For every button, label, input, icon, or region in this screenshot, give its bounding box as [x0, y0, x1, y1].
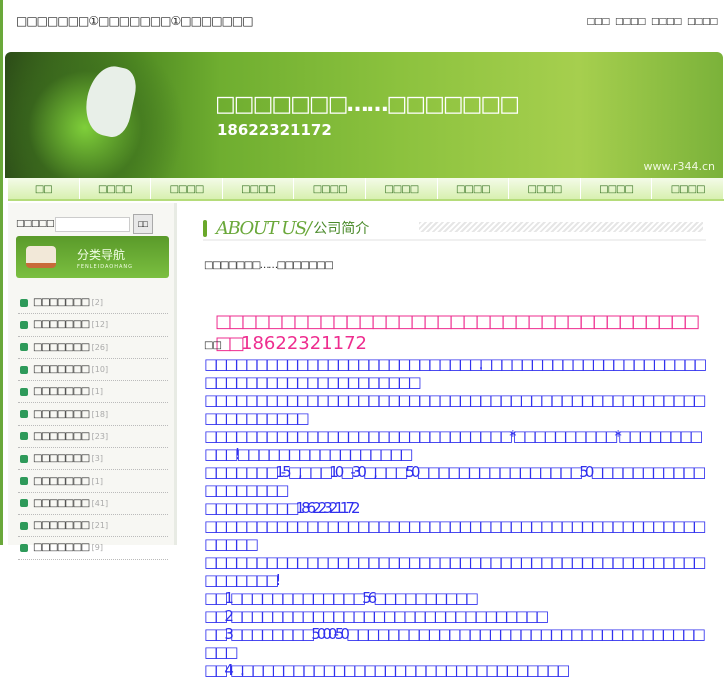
category-item[interactable]: □□□□□□□ [21]: [18, 515, 168, 538]
about-heading: ABOUT US/ 公司简介: [203, 217, 706, 241]
category-count: [18]: [91, 409, 109, 419]
nav-item[interactable]: □□□□: [151, 178, 223, 199]
arrow-bullet-icon: [20, 432, 28, 441]
arrow-bullet-icon: [20, 387, 28, 396]
heading-bar-icon: [203, 219, 207, 237]
banner: □□□□□□□……□□□□□□□ 18622321172 www.r344.cn: [5, 52, 723, 178]
category-count: [3]: [91, 454, 103, 464]
category-item[interactable]: □□□□□□□ [10]: [18, 359, 168, 382]
category-count: [41]: [91, 498, 109, 508]
body-text: □□□□□□□□□□□□□□□□□□□□□□□□□□□.□□□□□□□□□□□□…: [204, 355, 707, 679]
nav-item[interactable]: □□□□: [366, 178, 438, 199]
nav-item[interactable]: □□□□: [581, 178, 653, 199]
intro-text: □□□□□□□……□□□□□□□: [204, 260, 334, 271]
body-line: □□□□□□□□□□□□□□□□□□□□□□□□□□□□□□*□□□□□□□□□…: [204, 427, 703, 463]
heading-en: ABOUT US/: [216, 217, 312, 239]
category-item[interactable]: □□□□□□□ [41]: [18, 493, 168, 515]
nav-item[interactable]: □□□□: [509, 178, 581, 199]
search-input[interactable]: [54, 216, 130, 232]
sidebar: □□□□□ □□ 分类导航 FENLEIDAOHANG □□□□□□□ [2] □□…: [8, 203, 177, 560]
top-link[interactable]: □□□□: [651, 17, 682, 27]
category-item[interactable]: □□□□□□□ [12]: [18, 314, 168, 337]
arrow-bullet-icon: [20, 454, 28, 463]
search-label: □□□□□: [16, 219, 55, 229]
category-name[interactable]: □□□□□□□: [33, 386, 90, 397]
category-nav-header: 分类导航 FENLEIDAOHANG: [16, 236, 169, 278]
arrow-bullet-icon: [20, 365, 28, 374]
heading-divider: [419, 222, 703, 232]
category-count: [1]: [91, 387, 103, 397]
category-count: [21]: [91, 521, 109, 531]
nav-item[interactable]: □□□□: [223, 178, 295, 199]
body-line: □□4□.□□□□□□□□□□□□□□□□□□□□□□□□□□□□□□□□: [204, 661, 570, 679]
category-name[interactable]: □□□□□□□: [33, 431, 90, 442]
main-nav: □□ □□□□ □□□□ □□□□ □□□□ □□□□ □□□□ □□□□ □□…: [8, 178, 724, 201]
highlight-heading: □□□□□□□□□□□□□□□□□□□□□□□□□□□□□□□□□□□□□□□1…: [215, 311, 706, 355]
heading-cn: 公司简介: [313, 221, 370, 237]
arrow-bullet-icon: [20, 477, 28, 486]
banner-url: www.r344.cn: [643, 160, 715, 173]
arrow-bullet-icon: [20, 298, 28, 307]
arrow-bullet-icon: [20, 521, 28, 530]
arrow-bullet-icon: [20, 410, 28, 419]
category-name[interactable]: □□□□□□□: [33, 409, 90, 420]
category-item[interactable]: □□□□□□□ [9]: [18, 537, 168, 560]
body-line: □□□□□□□□□□□□□□□□□□□□□□□□□□□.□□□□□□□□□□□□…: [204, 355, 707, 391]
search-button[interactable]: □□: [132, 214, 153, 234]
category-item[interactable]: □□□□□□□ [3]: [18, 448, 168, 471]
category-name[interactable]: □□□□□□□: [33, 453, 90, 464]
category-item[interactable]: □□□□□□□ [18]: [18, 403, 168, 426]
category-count: [12]: [91, 320, 109, 330]
body-line: □□□□□□□1-5□,□□□10□-30□,□□□:50□□□□□□□□□□□…: [204, 463, 706, 499]
category-name[interactable]: □□□□□□□: [33, 498, 90, 509]
category-nav-title: 分类导航: [77, 248, 126, 262]
category-name[interactable]: □□□□□□□: [33, 319, 90, 330]
nav-item[interactable]: □□□□: [438, 178, 510, 199]
category-nav-subtitle: FENLEIDAOHANG: [77, 264, 134, 270]
body-line: □□2□□□□□□□□□□□□□□□□□□□□□□□□□□□□□□□: [204, 607, 549, 625]
body-line: □□□□□□□□□□□□□□□□□□□□□□□□□□□□□□□□□□□□□□□□…: [204, 517, 706, 553]
category-count: [26]: [91, 342, 109, 352]
nav-item[interactable]: □□□□: [80, 178, 152, 199]
category-count: [2]: [91, 298, 103, 308]
category-name[interactable]: □□□□□□□: [33, 364, 90, 375]
arrow-bullet-icon: [20, 543, 28, 552]
category-item[interactable]: □□□□□□□ [2]: [18, 292, 168, 315]
top-link[interactable]: □□□□: [687, 17, 718, 27]
category-count: [1]: [91, 476, 103, 486]
category-list: □□□□□□□ [2] □□□□□□□ [12] □□□□□□□ [26] □□□□□□□[…: [18, 292, 168, 560]
arrow-bullet-icon: [20, 499, 28, 508]
top-link[interactable]: □□□: [586, 17, 609, 27]
category-item[interactable]: □□□□□□□ [26]: [18, 337, 168, 359]
category-item[interactable]: □□□□□□□ [1]: [18, 470, 168, 493]
category-name[interactable]: □□□□□□□: [33, 476, 90, 487]
category-name[interactable]: □□□□□□□: [33, 297, 90, 308]
nav-item[interactable]: □□: [8, 178, 80, 199]
category-count: [23]: [91, 431, 109, 441]
category-name[interactable]: □□□□□□□: [33, 542, 90, 553]
nav-item[interactable]: □□□□: [652, 178, 724, 199]
category-item[interactable]: □□□□□□□ [1]: [18, 381, 168, 404]
book-icon: [26, 246, 56, 268]
category-name[interactable]: □□□□□□□: [33, 342, 90, 353]
small-text: □□: [204, 340, 222, 351]
arrow-bullet-icon: [20, 343, 28, 352]
category-count: [10]: [91, 365, 109, 375]
category-name[interactable]: □□□□□□□: [33, 520, 90, 531]
nav-item[interactable]: □□□□: [294, 178, 366, 199]
arrow-bullet-icon: [20, 320, 28, 329]
body-line: □□1□□□□□□□□□□□□□56□□□□□□□□□□: [204, 589, 479, 607]
body-line: □□□□□□□□□18622321172: [204, 499, 361, 517]
banner-title: □□□□□□□……□□□□□□□: [215, 92, 520, 117]
body-line: □□3□□□□□□□□5000-50□□□□□□□□□□□□□□□□□□□□□□…: [204, 625, 706, 661]
highlight-phone: 18622321172: [241, 333, 367, 354]
site-title: □□□□□□□①□□□□□□□①□□□□□□□: [16, 14, 254, 28]
category-item[interactable]: □□□□□□□ [23]: [18, 426, 168, 449]
top-links: □□□ □□□□ □□□□ □□□□: [586, 17, 718, 27]
search-form: □□□□□ □□: [16, 214, 153, 234]
body-line: □□□□□□□□□□□□□□□□□□□□□□□□□□□□□□□□□□□□□□□□…: [204, 391, 706, 427]
banner-phone: 18622321172: [217, 121, 332, 139]
body-line: □□□□□□□□□□□□□□□□□□□□□□□□□□□□□□□□□□□□□□□□…: [204, 553, 706, 589]
top-link[interactable]: □□□□: [615, 17, 646, 27]
